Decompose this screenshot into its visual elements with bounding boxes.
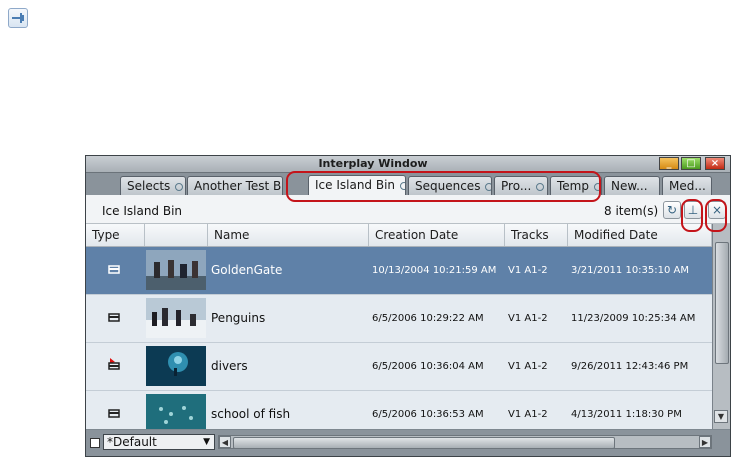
- column-header-name[interactable]: Name: [208, 224, 369, 246]
- cell-name: divers: [211, 359, 248, 373]
- column-header-creation-date[interactable]: Creation Date: [369, 224, 505, 246]
- clip-icon: [108, 265, 120, 274]
- view-dropdown[interactable]: *Default ▼: [103, 434, 215, 450]
- tab-med[interactable]: Med...: [662, 176, 712, 195]
- table-row[interactable]: divers 6/5/2006 10:36:04 AM V1 A1-2 9/26…: [86, 343, 712, 391]
- scroll-thumb[interactable]: [715, 242, 729, 364]
- bin-name: Ice Island Bin: [102, 204, 183, 218]
- cell-tracks: V1 A1-2: [508, 313, 548, 324]
- tab-new[interactable]: New...: [604, 176, 660, 195]
- bin-tabs: Selects Another Test Bin Ice Island Bin …: [86, 173, 730, 195]
- minimize-button[interactable]: _: [659, 157, 679, 170]
- cell-modified-date: 4/13/2011 1:18:30 PM: [571, 409, 682, 420]
- column-header-tracks[interactable]: Tracks: [505, 224, 568, 246]
- tab-label: Another Test Bin: [194, 179, 283, 193]
- clip-thumbnail: [146, 346, 206, 386]
- cell-modified-date: 3/21/2011 10:35:10 AM: [571, 265, 690, 276]
- interplay-window: Interplay Window _ □ × Selects Another T…: [85, 155, 731, 457]
- table-row[interactable]: school of fish 6/5/2006 10:36:53 AM V1 A…: [86, 391, 712, 429]
- close-bin-icon[interactable]: ×: [708, 201, 726, 219]
- tab-label: Sequences: [415, 179, 481, 193]
- table-row[interactable]: Penguins 6/5/2006 10:29:22 AM V1 A1-2 11…: [86, 295, 712, 343]
- tab-selects[interactable]: Selects: [120, 176, 186, 195]
- maximize-button[interactable]: □: [681, 157, 701, 170]
- item-count: 8 item(s): [604, 204, 659, 218]
- tab-status-icon: [485, 182, 491, 191]
- clip-alert-icon: [108, 358, 120, 370]
- clip-thumbnail: [146, 394, 206, 429]
- clip-thumbnail: [146, 250, 206, 290]
- table-header: Type Name Creation Date Tracks Modified …: [86, 224, 712, 247]
- scroll-thumb[interactable]: [233, 437, 615, 449]
- tab-status-icon: [400, 181, 405, 190]
- cell-name: GoldenGate: [211, 263, 283, 277]
- tab-label: Pro...: [501, 179, 532, 193]
- vertical-scrollbar[interactable]: ▼: [712, 224, 730, 429]
- tab-label: New...: [611, 179, 648, 193]
- tab-ice-island-bin[interactable]: Ice Island Bin: [308, 175, 406, 195]
- horizontal-scrollbar[interactable]: ◀ ▶: [218, 435, 712, 449]
- pin-icon[interactable]: [8, 8, 28, 28]
- column-header-type[interactable]: Type: [86, 224, 145, 246]
- cell-tracks: V1 A1-2: [508, 409, 548, 420]
- scroll-left-icon[interactable]: ◀: [219, 436, 231, 448]
- cell-name: school of fish: [211, 407, 291, 421]
- bin-footer: *Default ▼ ◀ ▶: [86, 430, 730, 456]
- close-window-button[interactable]: ×: [705, 157, 725, 170]
- footer-checkbox[interactable]: [90, 438, 100, 448]
- tab-another-test-bin[interactable]: Another Test Bin: [187, 176, 283, 195]
- clip-thumbnail: [146, 298, 206, 338]
- tab-temp[interactable]: Temp: [550, 176, 602, 195]
- bin-info-bar: Ice Island Bin 8 item(s) ↻ ⊥ ×: [86, 195, 730, 224]
- tab-label: Ice Island Bin: [315, 178, 396, 192]
- tab-pro[interactable]: Pro...: [494, 176, 548, 195]
- tab-label: Selects: [127, 179, 171, 193]
- cell-creation-date: 6/5/2006 10:29:22 AM: [372, 313, 484, 324]
- chevron-down-icon: ▼: [203, 437, 210, 447]
- cell-tracks: V1 A1-2: [508, 361, 548, 372]
- window-title: Interplay Window: [318, 157, 428, 170]
- cell-name: Penguins: [211, 311, 266, 325]
- table-row[interactable]: GoldenGate 10/13/2004 10:21:59 AM V1 A1-…: [86, 247, 712, 295]
- refresh-icon[interactable]: ↻: [663, 201, 681, 219]
- cell-creation-date: 6/5/2006 10:36:53 AM: [372, 409, 484, 420]
- tab-label: Med...: [669, 179, 706, 193]
- tab-status-icon: [175, 182, 184, 191]
- clip-icon: [108, 313, 120, 322]
- cell-tracks: V1 A1-2: [508, 265, 548, 276]
- clip-icon: [108, 409, 120, 418]
- column-header-modified-date[interactable]: Modified Date: [568, 224, 712, 246]
- cell-creation-date: 6/5/2006 10:36:04 AM: [372, 361, 484, 372]
- title-bar[interactable]: Interplay Window _ □ ×: [86, 156, 730, 173]
- scroll-right-icon[interactable]: ▶: [699, 436, 711, 448]
- view-dropdown-value: *Default: [107, 435, 157, 449]
- cell-modified-date: 9/26/2011 12:43:46 PM: [571, 361, 689, 372]
- cell-modified-date: 11/23/2009 10:25:34 AM: [571, 313, 696, 324]
- cell-creation-date: 10/13/2004 10:21:59 AM: [372, 265, 497, 276]
- column-header-thumbnail[interactable]: [145, 224, 208, 246]
- tab-status-icon: [593, 182, 601, 191]
- pin-bin-icon[interactable]: ⊥: [684, 201, 702, 219]
- tab-status-icon: [536, 182, 545, 191]
- bin-table: Type Name Creation Date Tracks Modified …: [86, 224, 712, 429]
- tab-sequences[interactable]: Sequences: [408, 176, 492, 195]
- tab-label: Temp: [557, 179, 589, 193]
- scroll-down-icon[interactable]: ▼: [714, 410, 728, 423]
